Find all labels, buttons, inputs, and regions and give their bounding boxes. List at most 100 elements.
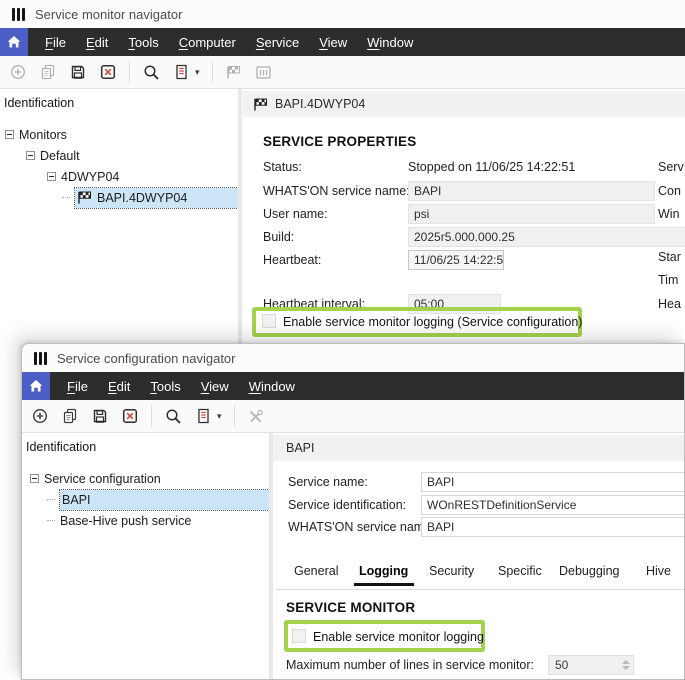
tree-item-monitors[interactable]: Monitors (0, 124, 238, 145)
window-service-configuration-navigator: Service configuration navigator File Edi… (21, 343, 685, 680)
enable-logging-checkbox[interactable] (262, 314, 276, 328)
copy-button[interactable] (39, 63, 57, 81)
heartbeat-input[interactable]: 11/06/25 14:22:51 (408, 250, 504, 270)
service-flag-icon (77, 191, 92, 204)
add-button[interactable] (31, 407, 49, 425)
tab-general[interactable]: General (294, 564, 338, 578)
tabs-separator-line (275, 589, 684, 590)
tree-connector (47, 499, 55, 500)
tree-item-label: Base-Hive push service (60, 514, 191, 528)
user-name-input[interactable]: psi (408, 204, 655, 224)
collapse-icon[interactable] (5, 130, 14, 139)
menu-computer[interactable]: Computer (169, 35, 246, 50)
max-lines-value: 50 (555, 658, 568, 672)
menu-tools[interactable]: Tools (118, 35, 168, 50)
delete-button[interactable] (99, 63, 117, 81)
tree-selection[interactable]: BAPI.4DWYP04 (75, 188, 238, 208)
tree-item-label: Default (40, 149, 80, 163)
window1-content: Identification Monitors Default 4DWYP04 (0, 89, 685, 350)
toolbar-separator (151, 405, 152, 427)
menu-tools[interactable]: Tools (140, 379, 190, 394)
save-button[interactable] (69, 63, 87, 81)
properties-dropdown-icon[interactable]: ▾ (195, 68, 200, 77)
tree-item-service-configuration[interactable]: Service configuration (22, 468, 269, 489)
menu-items: File Edit Tools Computer Service View Wi… (35, 28, 423, 56)
computer-button[interactable] (255, 63, 273, 81)
menu-window[interactable]: Window (239, 379, 305, 394)
toolbar: ▾ (22, 400, 684, 433)
max-lines-label: Maximum number of lines in service monit… (286, 655, 534, 675)
collapse-icon[interactable] (30, 474, 39, 483)
panel-body: SERVICE PROPERTIES Status: Stopped on 11… (243, 117, 685, 350)
right-column-label: Hea (658, 294, 681, 314)
search-button[interactable] (164, 407, 182, 425)
tree-item-default[interactable]: Default (0, 145, 238, 166)
service-configuration-panel: BAPI Service name: BAPI Service identifi… (273, 433, 684, 679)
add-button[interactable] (9, 63, 27, 81)
active-tab-underline (354, 583, 414, 586)
toolbar: ▾ (0, 56, 685, 89)
service-name-input[interactable]: BAPI (421, 472, 684, 492)
properties-button[interactable] (194, 407, 212, 425)
tree-connector (62, 197, 70, 198)
menu-edit[interactable]: Edit (76, 35, 118, 50)
menu-view[interactable]: View (191, 379, 239, 394)
copy-button[interactable] (61, 407, 79, 425)
tab-security[interactable]: Security (429, 564, 474, 578)
menu-file[interactable]: File (57, 379, 98, 394)
tree-item-label: BAPI.4DWYP04 (97, 191, 187, 205)
tools-button[interactable] (247, 407, 265, 425)
tree-item-bapi-4dwyp04[interactable]: BAPI.4DWYP04 (0, 187, 238, 208)
whatson-service-name-input[interactable]: BAPI (421, 517, 684, 537)
toolbar-separator (129, 61, 130, 83)
menu-file[interactable]: File (35, 35, 76, 50)
window2-content: Identification Service configuration BAP… (22, 433, 684, 679)
menu-bar: File Edit Tools Computer Service View Wi… (0, 28, 685, 56)
save-button[interactable] (91, 407, 109, 425)
window-title: Service configuration navigator (57, 351, 236, 366)
menu-service[interactable]: Service (246, 35, 309, 50)
properties-button[interactable] (172, 63, 190, 81)
tree-item-base-hive[interactable]: Base-Hive push service (22, 510, 269, 531)
search-button[interactable] (142, 63, 160, 81)
home-button[interactable] (22, 372, 50, 400)
spinner-buttons[interactable] (622, 656, 630, 674)
tree-item-4dwyp04[interactable]: 4DWYP04 (0, 166, 238, 187)
tab-logging[interactable]: Logging (359, 564, 408, 578)
build-input[interactable]: 2025r5.000.000.25 (408, 227, 685, 247)
collapse-icon[interactable] (47, 172, 56, 181)
menu-edit[interactable]: Edit (98, 379, 140, 394)
right-column-label: Win (658, 204, 680, 224)
tree-item-bapi[interactable]: BAPI (22, 489, 269, 510)
app-logo-icon (34, 352, 47, 365)
panel-body: Service name: BAPI Service identificatio… (273, 461, 684, 679)
tab-hive[interactable]: Hive (646, 564, 671, 578)
pane-splitter[interactable] (238, 89, 242, 350)
whatson-input[interactable]: BAPI (408, 181, 655, 201)
service-properties-panel: BAPI.4DWYP04 SERVICE PROPERTIES Status: … (243, 89, 685, 350)
home-button[interactable] (0, 28, 28, 56)
properties-dropdown-icon[interactable]: ▾ (217, 412, 222, 421)
tab-specific[interactable]: Specific (498, 564, 542, 578)
heartbeat-label: Heartbeat: (263, 250, 321, 270)
pane-header: Identification (0, 89, 238, 110)
titlebar: Service monitor navigator (0, 0, 685, 28)
tree-selection[interactable]: BAPI (60, 490, 269, 510)
max-lines-spinner[interactable]: 50 (548, 655, 634, 675)
tab-debugging[interactable]: Debugging (559, 564, 619, 578)
service-identification-input[interactable]: WOnRESTDefinitionService (421, 495, 684, 515)
home-icon (6, 34, 22, 50)
toolbar-separator (234, 405, 235, 427)
delete-button[interactable] (121, 407, 139, 425)
collapse-icon[interactable] (26, 151, 35, 160)
tree-item-label: 4DWYP04 (61, 170, 119, 184)
delete-icon (100, 64, 116, 80)
monitor-flag-button[interactable] (225, 63, 243, 81)
enable-logging-checkbox[interactable] (292, 629, 306, 643)
menu-window[interactable]: Window (357, 35, 423, 50)
build-label: Build: (263, 227, 294, 247)
enable-logging-label: Enable service monitor logging (Service … (283, 315, 582, 329)
add-icon (32, 408, 48, 424)
configuration-tree: Service configuration BAPI Base-Hive pus… (22, 468, 269, 531)
menu-view[interactable]: View (309, 35, 357, 50)
